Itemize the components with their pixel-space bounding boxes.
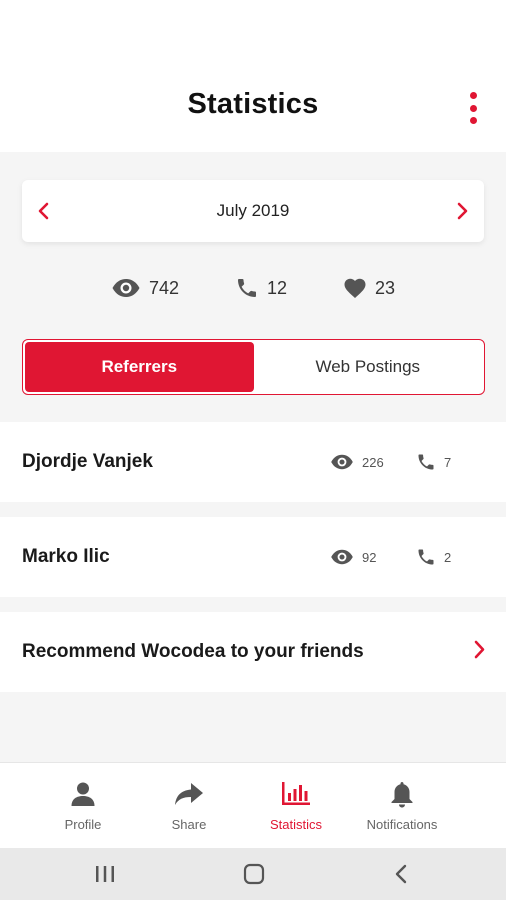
total-likes-stat: 23 bbox=[343, 276, 395, 300]
page-title: Statistics bbox=[187, 88, 319, 120]
back-button[interactable] bbox=[376, 848, 426, 900]
list-item[interactable]: Djordje Vanjek 226 7 bbox=[0, 422, 506, 502]
bottom-navigation: Profile Share Statistics Notifications bbox=[0, 762, 506, 848]
referrer-calls: 7 bbox=[416, 452, 451, 472]
nav-label-share: Share bbox=[171, 817, 207, 832]
referrer-views-value: 226 bbox=[362, 454, 384, 470]
recent-apps-icon bbox=[96, 866, 114, 882]
kebab-menu-icon[interactable] bbox=[466, 92, 480, 124]
recent-apps-button[interactable] bbox=[80, 848, 130, 900]
bell-icon bbox=[391, 782, 413, 808]
phone-icon bbox=[237, 279, 256, 297]
home-button[interactable] bbox=[229, 848, 279, 900]
referrer-views-value: 92 bbox=[362, 549, 377, 565]
referrer-metrics: 92 2 bbox=[330, 517, 451, 597]
home-icon bbox=[243, 863, 265, 885]
total-calls-stat: 12 bbox=[235, 276, 287, 300]
eye-icon bbox=[331, 454, 353, 470]
referrer-calls: 2 bbox=[416, 547, 451, 567]
phone-icon bbox=[418, 549, 434, 565]
nav-item-notifications[interactable]: Notifications bbox=[352, 763, 452, 849]
list-item[interactable]: Marko Ilic 92 2 bbox=[0, 517, 506, 597]
tab-web-postings[interactable]: Web Postings bbox=[254, 342, 483, 392]
month-selector: July 2019 bbox=[22, 180, 484, 242]
heart-icon bbox=[344, 278, 366, 298]
referrer-calls-value: 2 bbox=[444, 549, 452, 565]
eye-icon bbox=[331, 549, 353, 565]
recommend-row[interactable]: Recommend Wocodea to your friends bbox=[0, 612, 506, 692]
app-header: Statistics bbox=[0, 0, 506, 152]
nav-label-profile: Profile bbox=[64, 817, 102, 832]
total-calls-value: 12 bbox=[266, 277, 288, 298]
chevron-right-icon bbox=[457, 202, 468, 220]
system-navigation-bar bbox=[0, 848, 506, 900]
nav-label-notifications: Notifications bbox=[366, 817, 438, 832]
summary-stats: 742 12 23 bbox=[0, 276, 506, 300]
referrer-metrics: 226 7 bbox=[330, 422, 451, 502]
kebab-dot bbox=[469, 104, 477, 112]
tab-referrers[interactable]: Referrers bbox=[25, 342, 254, 392]
stats-tabs: Referrers Web Postings bbox=[22, 339, 485, 395]
kebab-dot bbox=[469, 117, 477, 124]
referrer-views: 92 bbox=[330, 549, 416, 565]
nav-label-statistics: Statistics bbox=[269, 817, 322, 832]
back-icon bbox=[395, 864, 407, 884]
recommend-label: Recommend Wocodea to your friends bbox=[22, 641, 364, 662]
eye-icon bbox=[112, 279, 140, 297]
chevron-right-icon bbox=[472, 640, 486, 665]
share-arrow-icon bbox=[175, 783, 203, 805]
total-likes-value: 23 bbox=[375, 277, 396, 298]
nav-item-statistics[interactable]: Statistics bbox=[250, 763, 342, 849]
total-views-value: 742 bbox=[148, 277, 179, 298]
person-icon bbox=[71, 782, 95, 806]
month-label: July 2019 bbox=[216, 201, 290, 220]
kebab-dot bbox=[469, 92, 477, 99]
nav-item-share[interactable]: Share bbox=[144, 763, 234, 849]
total-views-stat: 742 bbox=[111, 276, 179, 300]
next-month-button[interactable] bbox=[448, 197, 476, 225]
phone-icon bbox=[418, 454, 434, 470]
nav-item-profile[interactable]: Profile bbox=[38, 763, 128, 849]
bar-chart-icon bbox=[282, 782, 310, 805]
previous-month-button[interactable] bbox=[30, 197, 58, 225]
chevron-left-icon bbox=[38, 202, 49, 220]
referrer-calls-value: 7 bbox=[444, 454, 452, 470]
referrer-views: 226 bbox=[330, 454, 416, 470]
